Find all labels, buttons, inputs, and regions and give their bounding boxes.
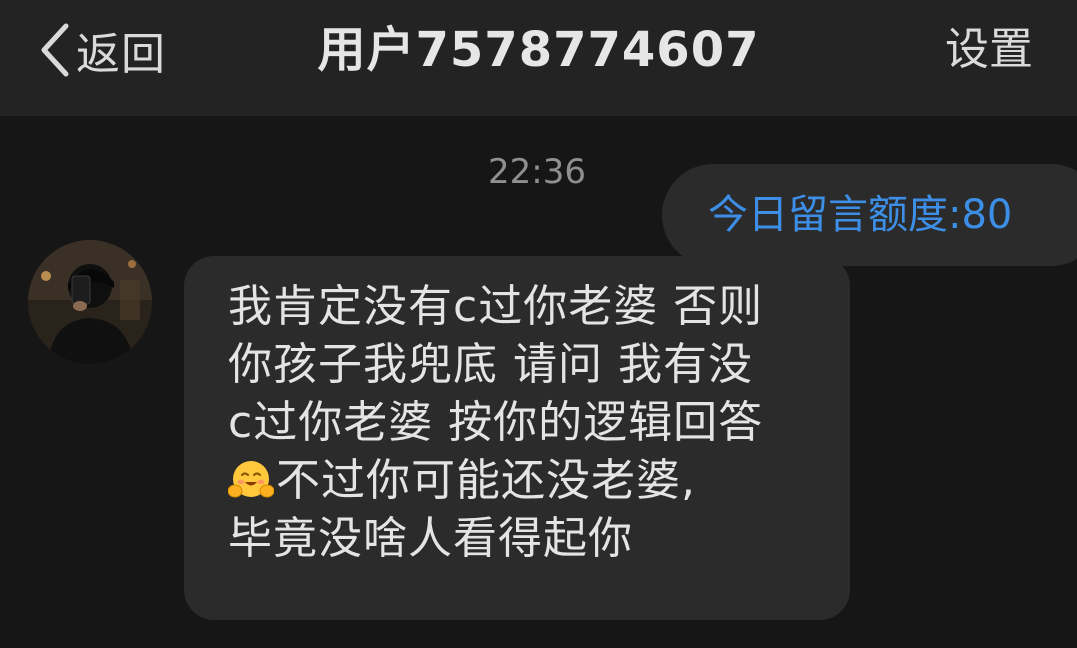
chat-screen: 返回 用户7578774607 设置 22:36 今日留言额度:80 我肯定没有… bbox=[0, 0, 1077, 648]
top-nav-bar: 返回 用户7578774607 设置 bbox=[0, 0, 1077, 116]
hugging-face-emoji-icon bbox=[228, 457, 274, 503]
message-line: 毕竟没啥人看得起你 bbox=[228, 513, 633, 564]
avatar[interactable] bbox=[28, 240, 152, 364]
message-line: 我肯定没有c过你老婆 否则 bbox=[228, 281, 764, 332]
message-timestamp: 22:36 bbox=[488, 152, 586, 192]
message-line-text: 不过你可能还没老婆, bbox=[276, 455, 696, 506]
message-line: 你孩子我兜底 请问 我有没 bbox=[228, 339, 753, 390]
quota-notice-text: 今日留言额度:80 bbox=[708, 192, 1013, 238]
message-line-with-emoji: 不过你可能还没老婆, bbox=[228, 452, 830, 510]
user-avatar-photo-icon bbox=[28, 240, 152, 364]
incoming-message-bubble[interactable]: 我肯定没有c过你老婆 否则 你孩子我兜底 请问 我有没 c过你老婆 按你的逻辑回… bbox=[184, 256, 850, 620]
page-title: 用户7578774607 bbox=[317, 22, 760, 78]
settings-button[interactable]: 设置 bbox=[945, 18, 1033, 82]
quota-notice-bubble: 今日留言额度:80 bbox=[662, 164, 1077, 266]
message-line: c过你老婆 按你的逻辑回答 bbox=[228, 397, 764, 448]
